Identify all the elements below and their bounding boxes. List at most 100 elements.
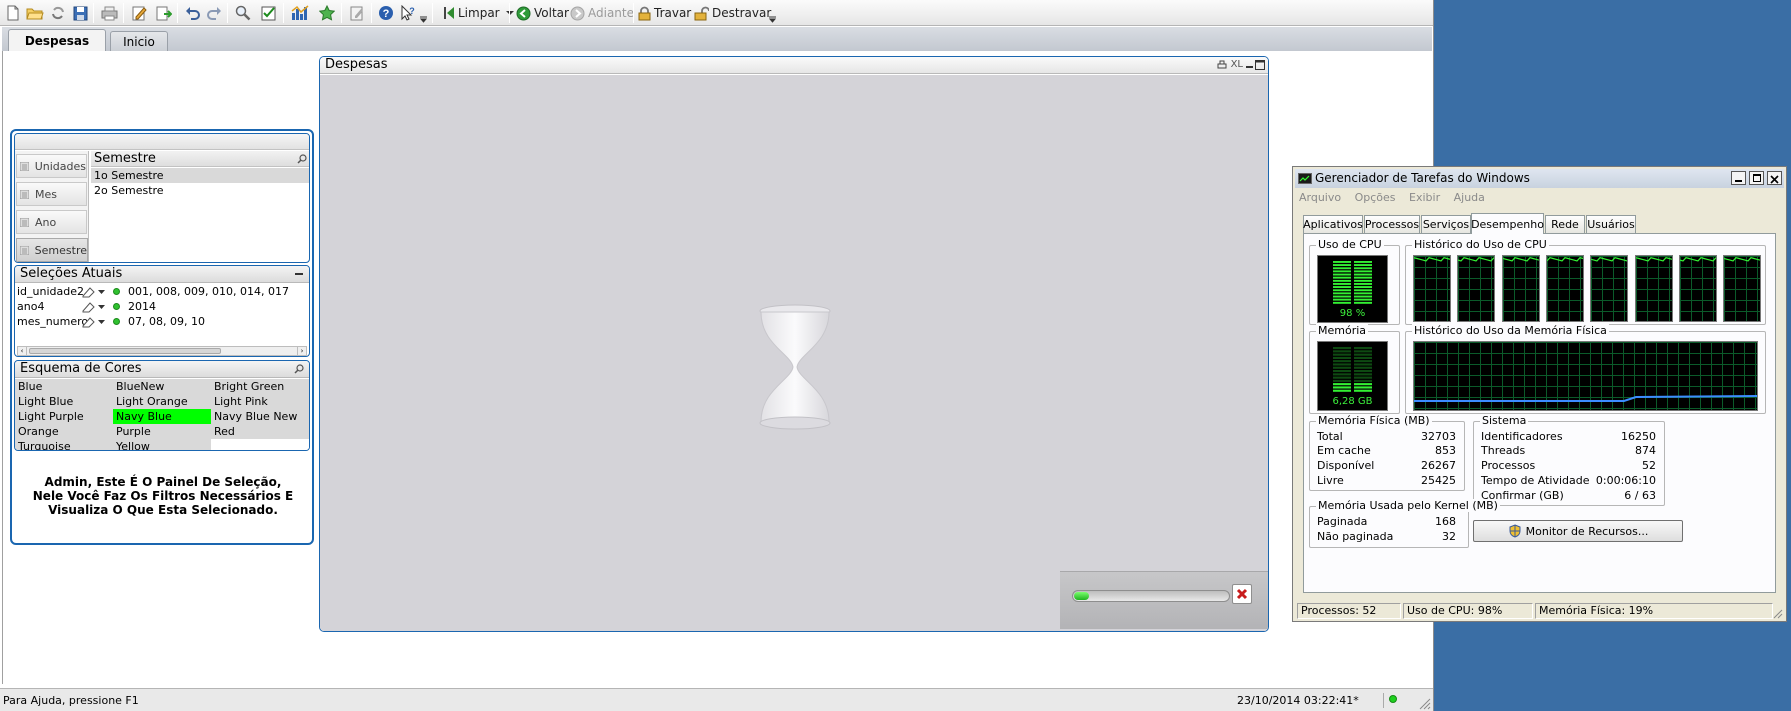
minimize-button[interactable] [1731,171,1746,185]
selection-field: ano4 [17,300,45,313]
clear-button[interactable]: Limpar [443,2,514,24]
chevron-down-icon[interactable] [98,305,105,310]
list-item[interactable]: BlueNew [113,379,211,394]
tab-rede[interactable]: Rede [1545,215,1585,233]
status-datetime: 23/10/2014 03:22:41* [1237,694,1359,707]
resize-grip-icon[interactable] [1773,609,1783,619]
field-tab-semestre[interactable]: Semestre [16,238,88,262]
scrollbar-thumb[interactable] [29,348,221,354]
maximize-button[interactable] [1749,171,1764,185]
selection-panel-frame: Unidades Mes Ano Semestre Semestre 1o Se… [10,129,314,545]
eraser-icon[interactable] [81,286,95,298]
context-help-button[interactable]: ? [398,2,418,24]
task-manager-title-bar[interactable]: Gerenciador de Tarefas do Windows [1295,169,1784,188]
list-item[interactable]: Navy Blue [113,409,211,424]
status-cpu: Uso de CPU: 98% [1403,603,1533,619]
search-button[interactable] [232,2,254,24]
list-item[interactable]: Yellow [113,439,211,450]
unlock-button[interactable]: Destravar [694,2,771,24]
field-tab-mes[interactable]: Mes [16,182,87,206]
field-tab-unidades[interactable]: Unidades [16,154,87,178]
folder-open-icon [26,8,44,19]
tab-usuarios[interactable]: Usuários [1586,215,1636,233]
undo-button[interactable] [182,2,202,24]
menu-ajuda[interactable]: Ajuda [1454,191,1485,204]
list-item[interactable]: Light Blue [15,394,113,409]
new-chart-button[interactable] [288,2,312,24]
print-icon[interactable] [1217,60,1227,70]
bookmark-button[interactable] [316,2,338,24]
tab-servicos[interactable]: Serviços [1421,215,1471,233]
minimize-icon[interactable] [295,273,303,275]
horizontal-scrollbar[interactable]: ‹ › [17,346,307,356]
help-button[interactable]: ? [375,2,397,24]
eraser-icon[interactable] [81,301,95,313]
chevron-down-icon[interactable] [98,320,105,325]
reload-data-button[interactable] [152,2,174,24]
close-button[interactable] [1767,171,1782,185]
list-item[interactable]: Red [211,424,309,439]
meter-segment [1333,353,1351,356]
resource-monitor-button[interactable]: Monitor de Recursos... [1473,520,1683,542]
list-item[interactable]: Navy Blue New [211,409,309,424]
list-item[interactable]: Purple [113,424,211,439]
tab-processos[interactable]: Processos [1364,215,1420,233]
redo-button[interactable] [204,2,224,24]
xl-export-button[interactable]: XL [1231,57,1243,73]
field-tab-ano[interactable]: Ano [16,210,87,234]
scroll-left-arrow[interactable]: ‹ [18,347,27,355]
forward-button[interactable]: Adiante [570,2,634,24]
tab-inicio[interactable]: Inicio [110,31,168,51]
current-selections-button[interactable] [258,2,280,24]
open-button[interactable] [24,2,46,24]
stat-label: Não paginada [1317,530,1394,543]
edit-script-button[interactable] [128,2,150,24]
menu-opcoes[interactable]: Opções [1355,191,1396,204]
reload-button[interactable] [48,2,68,24]
list-item[interactable]: Light Pink [211,394,309,409]
cancel-loading-button[interactable] [1232,584,1252,604]
performance-panel: Uso de CPU 98 % Histórico do Uso de CPU … [1303,233,1776,593]
list-item[interactable]: Blue [15,379,113,394]
list-item[interactable]: Bright Green [211,379,309,394]
print-button[interactable] [98,2,120,24]
field-tab-strip: Unidades Mes Ano Semestre [15,151,89,262]
lock-button[interactable]: Travar [638,2,691,24]
save-button[interactable] [70,2,90,24]
meter-segment [1333,363,1351,366]
edit-sheet-button[interactable] [346,2,368,24]
despesas-chart: Despesas XL [319,56,1269,632]
tab-desempenho[interactable]: Desempenho [1471,213,1544,234]
menu-arquivo[interactable]: Arquivo [1299,191,1341,204]
new-document-button[interactable] [3,2,23,24]
eraser-icon[interactable] [81,316,95,328]
toolbar-overflow-handle[interactable] [420,5,427,23]
list-item[interactable]: 1o Semestre [91,168,309,183]
list-item[interactable]: Light Orange [113,394,211,409]
resize-grip-icon[interactable] [1419,698,1431,710]
scroll-right-arrow[interactable]: › [297,347,306,355]
list-item-label: 2o Semestre [94,184,164,197]
toolbar-overflow-handle-2[interactable] [769,5,776,23]
meter-segment [1333,356,1351,359]
redo-icon [206,7,221,20]
tab-aplicativos[interactable]: Aplicativos [1303,215,1363,233]
chevron-down-icon[interactable] [98,290,105,295]
chart-loading-area [320,75,1268,631]
maximize-icon[interactable] [1255,60,1265,70]
menu-exibir[interactable]: Exibir [1409,191,1440,204]
meter-segment [1333,273,1351,276]
stat-value: 168 [1435,515,1456,528]
list-item[interactable]: Light Purple [15,409,113,424]
list-item[interactable]: Orange [15,424,113,439]
back-button[interactable]: Voltar [516,2,569,24]
physical-memory-group: Memória Física (MB) Total 32703 Em cache… [1309,414,1465,491]
list-item[interactable]: Turquoise [15,439,113,450]
tab-despesas[interactable]: Despesas [8,29,106,51]
list-item[interactable]: 2o Semestre [91,183,309,198]
search-icon[interactable] [294,364,304,374]
minimize-icon[interactable] [1246,66,1253,68]
search-icon[interactable] [297,154,307,164]
qlikview-window: ? ? Limpar Voltar Adiante Travar Destrav… [0,0,1434,711]
meter-segment [1333,360,1351,363]
